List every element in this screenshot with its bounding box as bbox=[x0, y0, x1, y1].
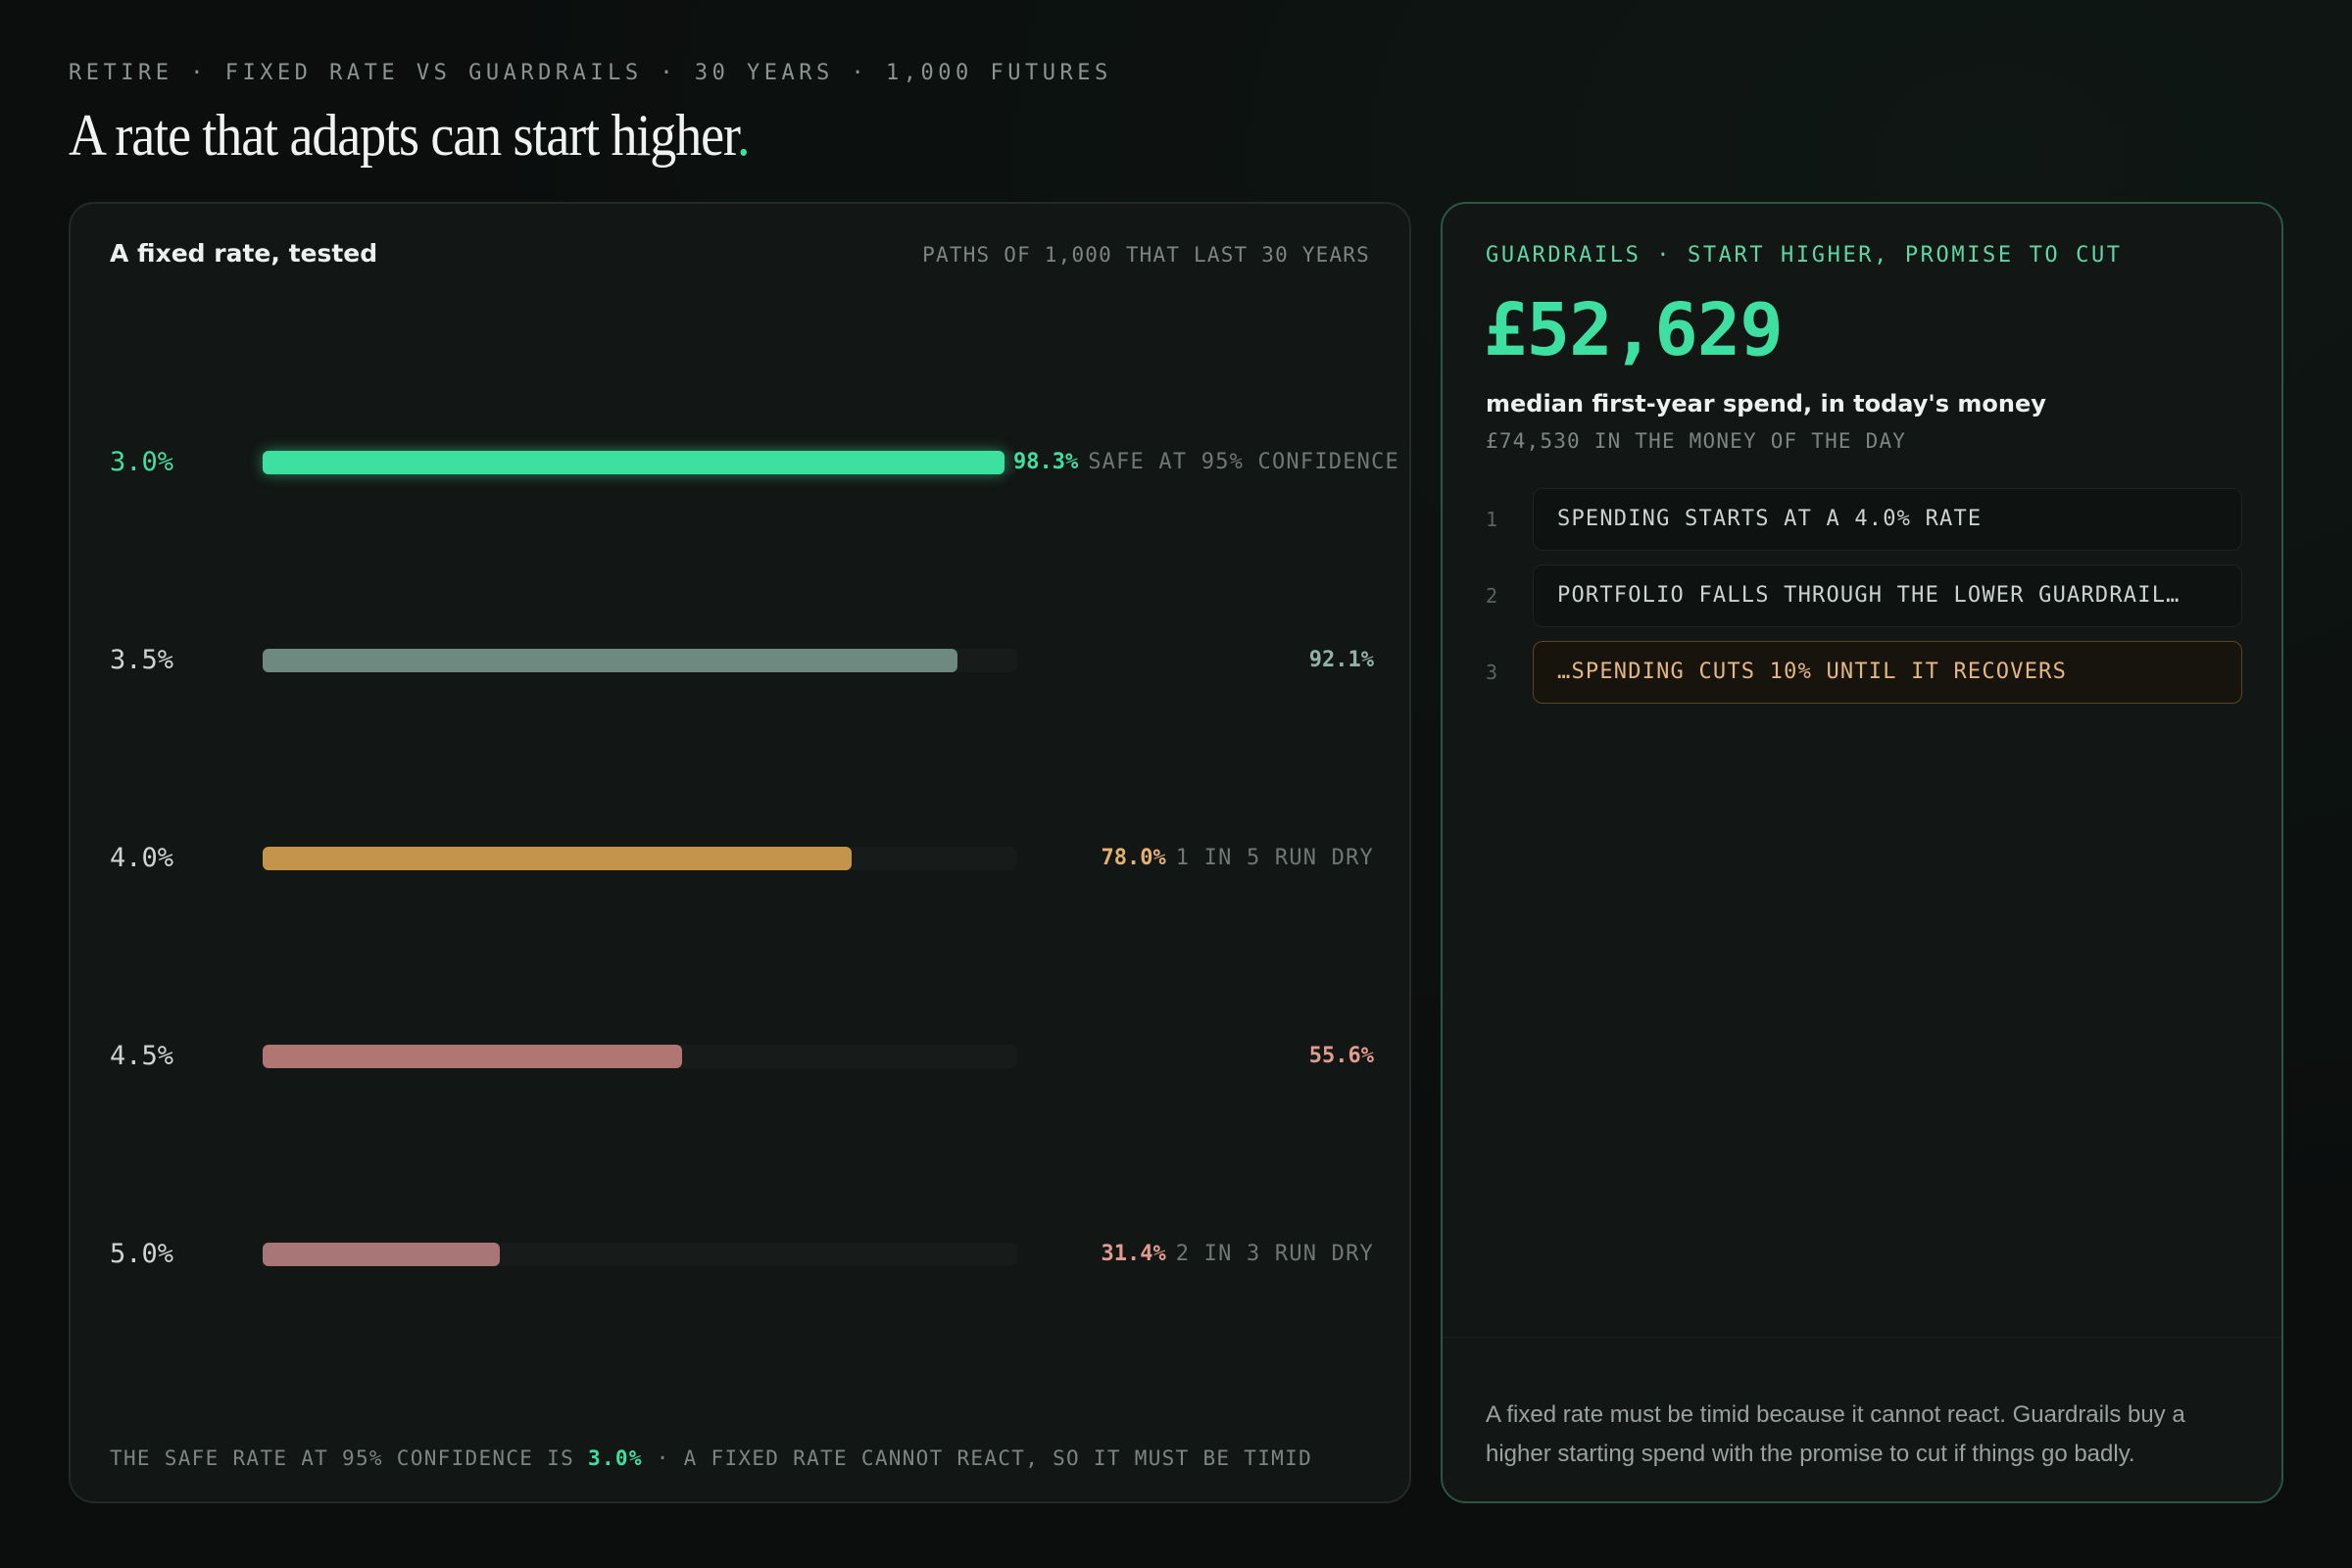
bar-track bbox=[263, 451, 1017, 474]
footnote-prefix: THE SAFE RATE AT 95% CONFIDENCE IS bbox=[110, 1446, 589, 1470]
fixed-rate-card-title: A fixed rate, tested bbox=[110, 239, 378, 268]
bar-value-group: 78.0% 1 IN 5 RUN DRY bbox=[1102, 839, 1374, 878]
bar-track bbox=[263, 1045, 1017, 1068]
bar-value-group: 31.4% 2 IN 3 RUN DRY bbox=[1102, 1235, 1374, 1274]
step-text: PORTFOLIO FALLS THROUGH THE LOWER GUARDR… bbox=[1533, 564, 2242, 627]
bar-note-label: SAFE AT 95% CONFIDENCE bbox=[1088, 450, 1399, 474]
median-spend-value: £52,629 bbox=[1484, 288, 1784, 372]
bar-category-label: 4.5% bbox=[110, 1041, 174, 1071]
bar bbox=[263, 451, 1004, 474]
page-title: A rate that adapts can start higher. bbox=[69, 102, 750, 170]
fixed-rate-card: A fixed rate, tested PATHS OF 1,000 THAT… bbox=[69, 202, 1411, 1503]
bar-row: 5.0% 31.4% 2 IN 3 RUN DRY bbox=[110, 1235, 1374, 1274]
bar bbox=[263, 649, 957, 672]
step-number: 1 bbox=[1486, 508, 1498, 531]
guardrail-step-1: 1 SPENDING STARTS AT A 4.0% RATE bbox=[1486, 488, 2242, 551]
bar-category-label: 5.0% bbox=[110, 1239, 174, 1269]
bar-value-group: 92.1% bbox=[1309, 641, 1374, 680]
bar-row: 4.0% 78.0% 1 IN 5 RUN DRY bbox=[110, 839, 1374, 878]
bar-row: 3.5% 92.1% bbox=[110, 641, 1374, 680]
fixed-rate-footnote: THE SAFE RATE AT 95% CONFIDENCE IS 3.0% … bbox=[110, 1446, 1312, 1470]
page-title-text: A rate that adapts can start higher bbox=[69, 103, 738, 168]
bar-note-label: 1 IN 5 RUN DRY bbox=[1175, 846, 1374, 870]
fixed-rate-card-subtitle: PATHS OF 1,000 THAT LAST 30 YEARS bbox=[922, 243, 1370, 267]
bar-track bbox=[263, 649, 1017, 672]
step-text: …SPENDING CUTS 10% UNTIL IT RECOVERS bbox=[1533, 641, 2242, 704]
guardrail-step-2: 2 PORTFOLIO FALLS THROUGH THE LOWER GUAR… bbox=[1486, 564, 2242, 627]
guardrails-eyebrow: GUARDRAILS · START HIGHER, PROMISE TO CU… bbox=[1486, 243, 2123, 268]
footnote-safe-rate: 3.0% bbox=[588, 1446, 643, 1470]
bar-track bbox=[263, 847, 1017, 870]
bar-row: 4.5% 55.6% bbox=[110, 1037, 1374, 1076]
bar bbox=[263, 1045, 682, 1068]
bar-value-label: 98.3% bbox=[1012, 450, 1079, 474]
page-title-dot: . bbox=[736, 103, 750, 168]
bar-category-label: 4.0% bbox=[110, 843, 174, 873]
step-number: 3 bbox=[1486, 661, 1498, 684]
guardrails-card: GUARDRAILS · START HIGHER, PROMISE TO CU… bbox=[1441, 202, 2283, 1503]
guardrail-step-3: 3 …SPENDING CUTS 10% UNTIL IT RECOVERS bbox=[1486, 641, 2242, 704]
step-number: 2 bbox=[1486, 584, 1498, 608]
footnote-suffix: · A FIXED RATE CANNOT REACT, SO IT MUST … bbox=[642, 1446, 1313, 1470]
bar-row: 3.0% 98.3% SAFE AT 95% CONFIDENCE bbox=[110, 443, 1398, 482]
nominal-spend-caption: £74,530 IN THE MONEY OF THE DAY bbox=[1486, 429, 1907, 453]
bar-value-label: 31.4% bbox=[1101, 1242, 1166, 1266]
bar bbox=[263, 1243, 500, 1266]
bar-value-group: 55.6% bbox=[1309, 1037, 1374, 1076]
bar-track bbox=[263, 1243, 1017, 1266]
step-text: SPENDING STARTS AT A 4.0% RATE bbox=[1533, 488, 2242, 551]
guardrails-footnote: A fixed rate must be timid because it ca… bbox=[1486, 1401, 2185, 1467]
bar-value-group: 98.3% SAFE AT 95% CONFIDENCE bbox=[1013, 443, 1399, 482]
bar-value-label: 78.0% bbox=[1101, 846, 1166, 870]
guardrails-divider bbox=[1443, 1337, 2281, 1338]
page-eyebrow: RETIRE · FIXED RATE VS GUARDRAILS · 30 Y… bbox=[69, 61, 1112, 85]
bar-value-label: 55.6% bbox=[1308, 1044, 1374, 1068]
median-spend-caption: median first-year spend, in today's mone… bbox=[1486, 390, 2046, 417]
bar bbox=[263, 847, 852, 870]
bar-note-label: 2 IN 3 RUN DRY bbox=[1175, 1242, 1374, 1266]
bar-category-label: 3.5% bbox=[110, 645, 174, 675]
bar-value-label: 92.1% bbox=[1308, 648, 1374, 672]
bar-category-label: 3.0% bbox=[110, 447, 174, 477]
